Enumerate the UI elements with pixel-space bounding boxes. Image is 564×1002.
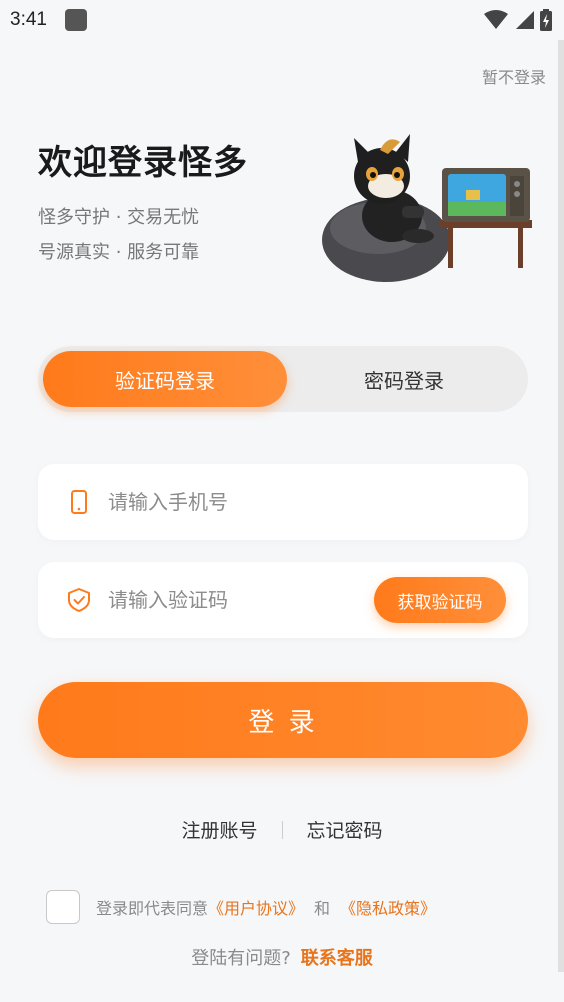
login-mode-switch: 验证码登录 密码登录 [38,346,528,412]
welcome-subtitle-1: 怪多守护 · 交易无忧 [38,207,200,228]
get-code-button[interactable]: 获取验证码 [374,577,506,623]
tab-password-login[interactable]: 密码登录 [282,351,526,407]
wifi-icon [484,10,508,29]
page-title: 欢迎登录怪多 [38,143,248,183]
help-question: 登陆有问题? [191,948,291,969]
user-agreement-link[interactable]: 《用户协议》 [208,895,304,919]
status-time: 3:41 [10,9,47,30]
status-icons [484,9,552,31]
contact-support-link[interactable]: 联系客服 [301,944,373,970]
signal-icon [516,11,534,29]
shield-check-icon [68,588,90,612]
register-link[interactable]: 注册账号 [181,816,257,843]
battery-icon [540,9,552,31]
phone-icon [71,490,87,514]
status-bar: 3:41 [0,0,564,40]
welcome-subtitle-2: 号源真实 · 服务可靠 [38,242,200,263]
phone-field [38,464,528,540]
scrollbar [558,40,564,972]
verification-code-input[interactable] [108,588,358,612]
skip-login-link[interactable]: 暂不登录 [482,64,546,88]
agreement-checkbox[interactable] [46,890,80,924]
code-field: 获取验证码 [38,562,528,638]
link-divider [281,820,283,839]
agreement-prefix: 登录即代表同意 [96,899,209,918]
help-row: 登陆有问题? 联系客服 [0,944,564,970]
tab-sms-code-login[interactable]: 验证码登录 [43,351,287,407]
mascot-illustration [322,134,532,282]
phone-input[interactable] [108,490,358,514]
privacy-policy-link[interactable]: 《隐私政策》 [340,895,436,919]
account-links: 注册账号 忘记密码 [0,816,564,843]
forgot-password-link[interactable]: 忘记密码 [307,816,383,843]
notification-app-icon [64,9,87,31]
login-button[interactable]: 登 录 [38,682,528,758]
agreement-row: 登录即代表同意 《用户协议》 和 《隐私政策》 [46,890,436,924]
agreement-conj: 和 [314,899,331,918]
